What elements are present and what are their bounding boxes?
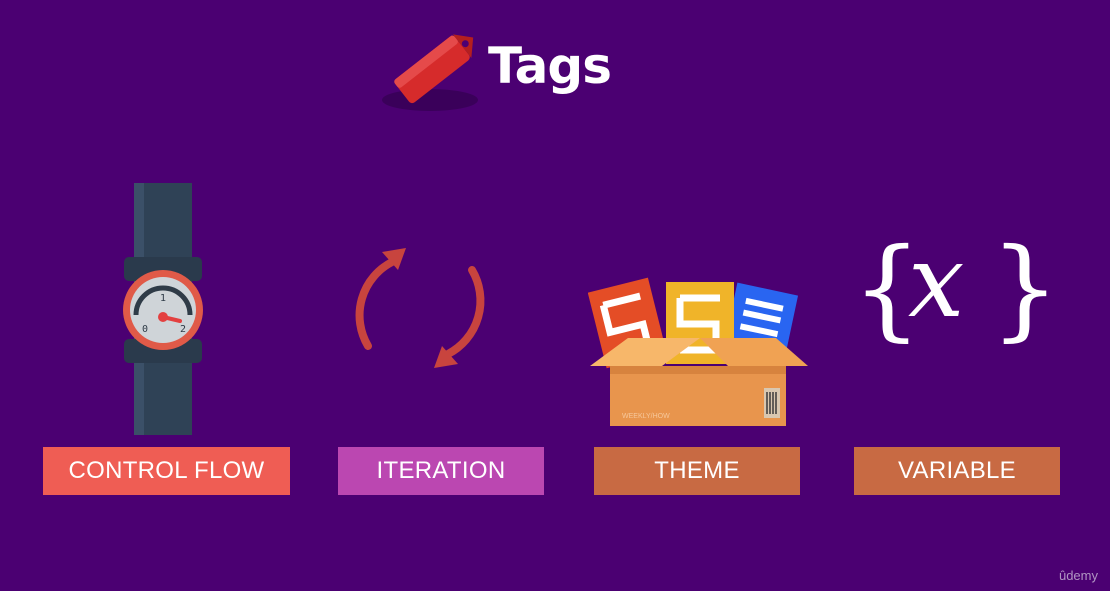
valve-gauge-icon: 0 1 2 (123, 183, 203, 435)
gauge-tick-2: 2 (180, 324, 186, 335)
right-brace: } (990, 224, 1060, 352)
label-control-flow: CONTROL FLOW (43, 447, 290, 495)
page-title: Tags (488, 37, 612, 95)
curly-braces-x-icon: { x } (852, 222, 1060, 362)
loop-arrows-icon (355, 248, 485, 368)
variable-x: x (908, 223, 965, 340)
gauge-tick-0: 0 (142, 324, 148, 335)
box-brand-text: WEEKLY/HOW (622, 413, 670, 420)
label-iteration: ITERATION (338, 447, 544, 495)
tag-icon (382, 34, 478, 111)
label-theme: THEME (594, 447, 800, 495)
box-with-files-icon: WEEKLY/HOW (588, 277, 808, 426)
slide: Tags 0 1 2 WEEKLY/HOW {x} CONTROL FLOW… (0, 0, 1110, 591)
udemy-watermark: ûdemy (1058, 568, 1098, 583)
label-variable: VARIABLE (854, 447, 1060, 495)
gauge-tick-1: 1 (160, 293, 166, 304)
title-group: Tags (380, 22, 630, 117)
